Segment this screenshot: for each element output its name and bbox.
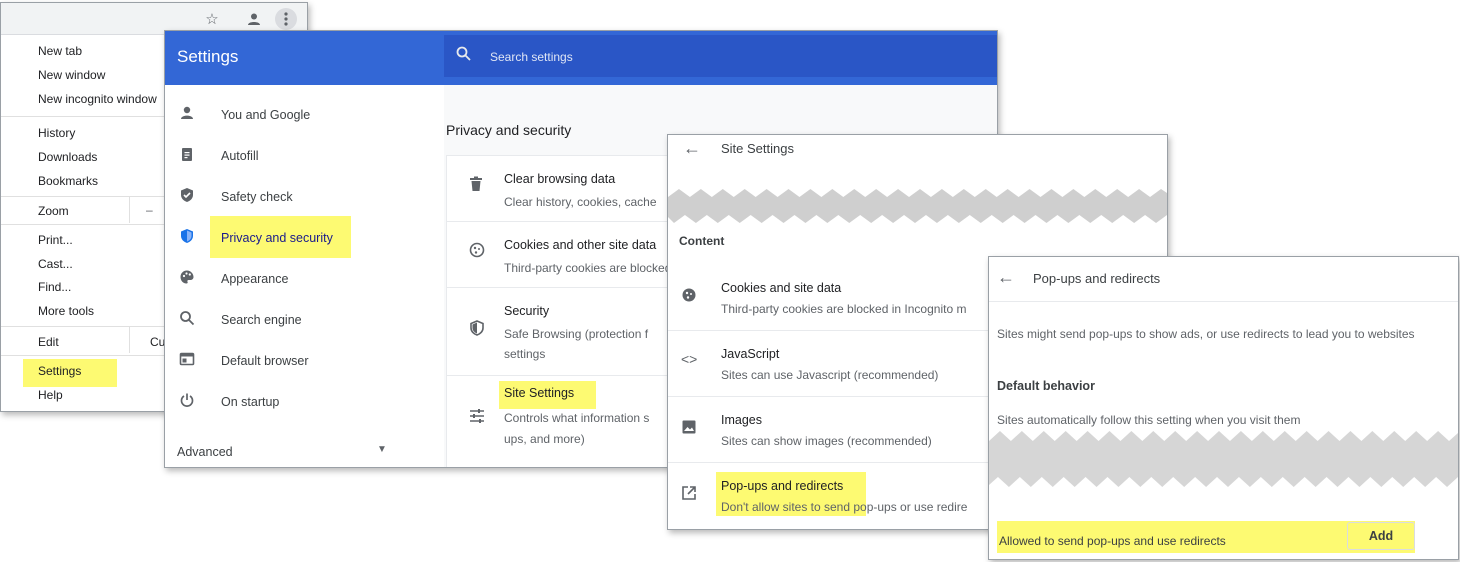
menu-item-settings[interactable]: Settings: [38, 364, 81, 378]
menu-item-new-window[interactable]: New window: [38, 68, 105, 82]
sidebar-item-label: Privacy and security: [221, 231, 333, 245]
row-title: Security: [504, 304, 550, 318]
menu-item-zoom: Zoom: [38, 204, 69, 218]
sidebar-item-label: Safety check: [221, 190, 293, 204]
cookie-icon: [469, 242, 489, 262]
tune-icon: [469, 408, 489, 428]
torn-edge-divider: [989, 431, 1458, 487]
zoom-divider: [129, 197, 130, 223]
shield-icon: [469, 320, 489, 340]
row-title: Cookies and other site data: [504, 238, 657, 252]
clipboard-icon: [177, 146, 197, 166]
menu-item-more-tools[interactable]: More tools: [38, 304, 94, 318]
sidebar-item-you-and-google[interactable]: You and Google: [165, 95, 435, 135]
header-divider: [989, 301, 1458, 302]
row-title: Clear browsing data: [504, 172, 616, 186]
edit-divider: [129, 327, 130, 353]
row-description: Sites can use Javascript (recommended): [721, 368, 939, 382]
popups-window: ← Pop-ups and redirects Sites might send…: [988, 256, 1459, 560]
sidebar-item-label: Appearance: [221, 272, 289, 286]
browser-icon: [177, 351, 197, 371]
sidebar-item-privacy-and-security[interactable]: Privacy and security: [165, 218, 435, 258]
zoom-minus-button[interactable]: –: [146, 203, 153, 217]
row-title: Site Settings: [504, 386, 575, 400]
advanced-label: Advanced: [177, 445, 233, 459]
torn-edge-divider: [668, 189, 1167, 223]
row-title: Pop-ups and redirects: [721, 479, 844, 493]
default-behavior-description: Sites automatically follow this setting …: [997, 413, 1301, 427]
sidebar-item-search-engine[interactable]: Search engine: [165, 300, 435, 340]
row-description: Don't allow sites to send pop-ups or use…: [721, 500, 968, 514]
trash-icon: [469, 176, 489, 196]
cookie-icon: [681, 287, 701, 307]
menu-item-new-tab[interactable]: New tab: [38, 44, 82, 58]
sidebar-item-label: On startup: [221, 395, 280, 409]
sidebar-item-on-startup[interactable]: On startup: [165, 382, 435, 422]
row-title: Images: [721, 413, 762, 427]
menu-item-print[interactable]: Print...: [38, 233, 73, 247]
sidebar-item-label: Autofill: [221, 149, 259, 163]
chevron-down-icon: ▼: [377, 444, 387, 455]
menu-item-edit: Edit: [38, 335, 59, 349]
add-button[interactable]: Add: [1347, 522, 1415, 550]
shield-icon: [177, 228, 197, 248]
content-label: Content: [679, 234, 725, 248]
sidebar-item-autofill[interactable]: Autofill: [165, 136, 435, 176]
person-icon: [177, 105, 197, 125]
sidebar-item-label: Default browser: [221, 354, 309, 368]
row-title: JavaScript: [721, 347, 780, 361]
back-arrow-icon[interactable]: ←: [997, 267, 1015, 288]
power-icon: [177, 392, 197, 412]
sidebar-item-label: Search engine: [221, 313, 302, 327]
code-icon: <>: [681, 351, 698, 367]
menu-item-downloads[interactable]: Downloads: [38, 150, 97, 164]
star-icon[interactable]: ☆: [201, 8, 223, 30]
menu-item-find[interactable]: Find...: [38, 280, 71, 294]
allowed-label: Allowed to send pop-ups and use redirect…: [999, 534, 1226, 548]
image-icon: [681, 419, 701, 439]
menu-item-history[interactable]: History: [38, 126, 75, 140]
sidebar-advanced[interactable]: Advanced ▼: [165, 431, 435, 467]
popups-title: Pop-ups and redirects: [1033, 271, 1161, 286]
palette-icon: [177, 269, 197, 289]
site-settings-title: Site Settings: [721, 141, 794, 156]
menu-item-bookmarks[interactable]: Bookmarks: [38, 174, 98, 188]
search-settings-input[interactable]: Search settings: [444, 35, 997, 77]
settings-header: Settings Search settings: [165, 31, 997, 85]
default-behavior-heading: Default behavior: [997, 379, 1095, 393]
menu-item-help[interactable]: Help: [38, 388, 63, 402]
row-description: Third-party cookies are blocked in Incog…: [721, 302, 967, 316]
sidebar-item-label: You and Google: [221, 108, 311, 122]
sidebar-item-appearance[interactable]: Appearance: [165, 259, 435, 299]
popups-description: Sites might send pop-ups to show ads, or…: [997, 327, 1415, 341]
sidebar-item-safety-check[interactable]: Safety check: [165, 177, 435, 217]
sidebar-item-default-browser[interactable]: Default browser: [165, 341, 435, 381]
search-icon: [456, 46, 471, 66]
search-icon: [177, 310, 197, 330]
section-title: Privacy and security: [446, 122, 572, 138]
more-vert-icon[interactable]: [275, 8, 297, 30]
row-description: Sites can show images (recommended): [721, 434, 932, 448]
menu-item-cast[interactable]: Cast...: [38, 257, 73, 271]
back-arrow-icon[interactable]: ←: [683, 138, 701, 159]
row-title: Cookies and site data: [721, 281, 842, 295]
profile-icon[interactable]: [243, 8, 265, 30]
settings-title: Settings: [177, 47, 239, 66]
search-placeholder: Search settings: [490, 50, 573, 64]
open-in-new-icon: [681, 485, 701, 505]
shield-check-icon: [177, 187, 197, 207]
menu-item-new-incognito[interactable]: New incognito window: [38, 92, 157, 106]
